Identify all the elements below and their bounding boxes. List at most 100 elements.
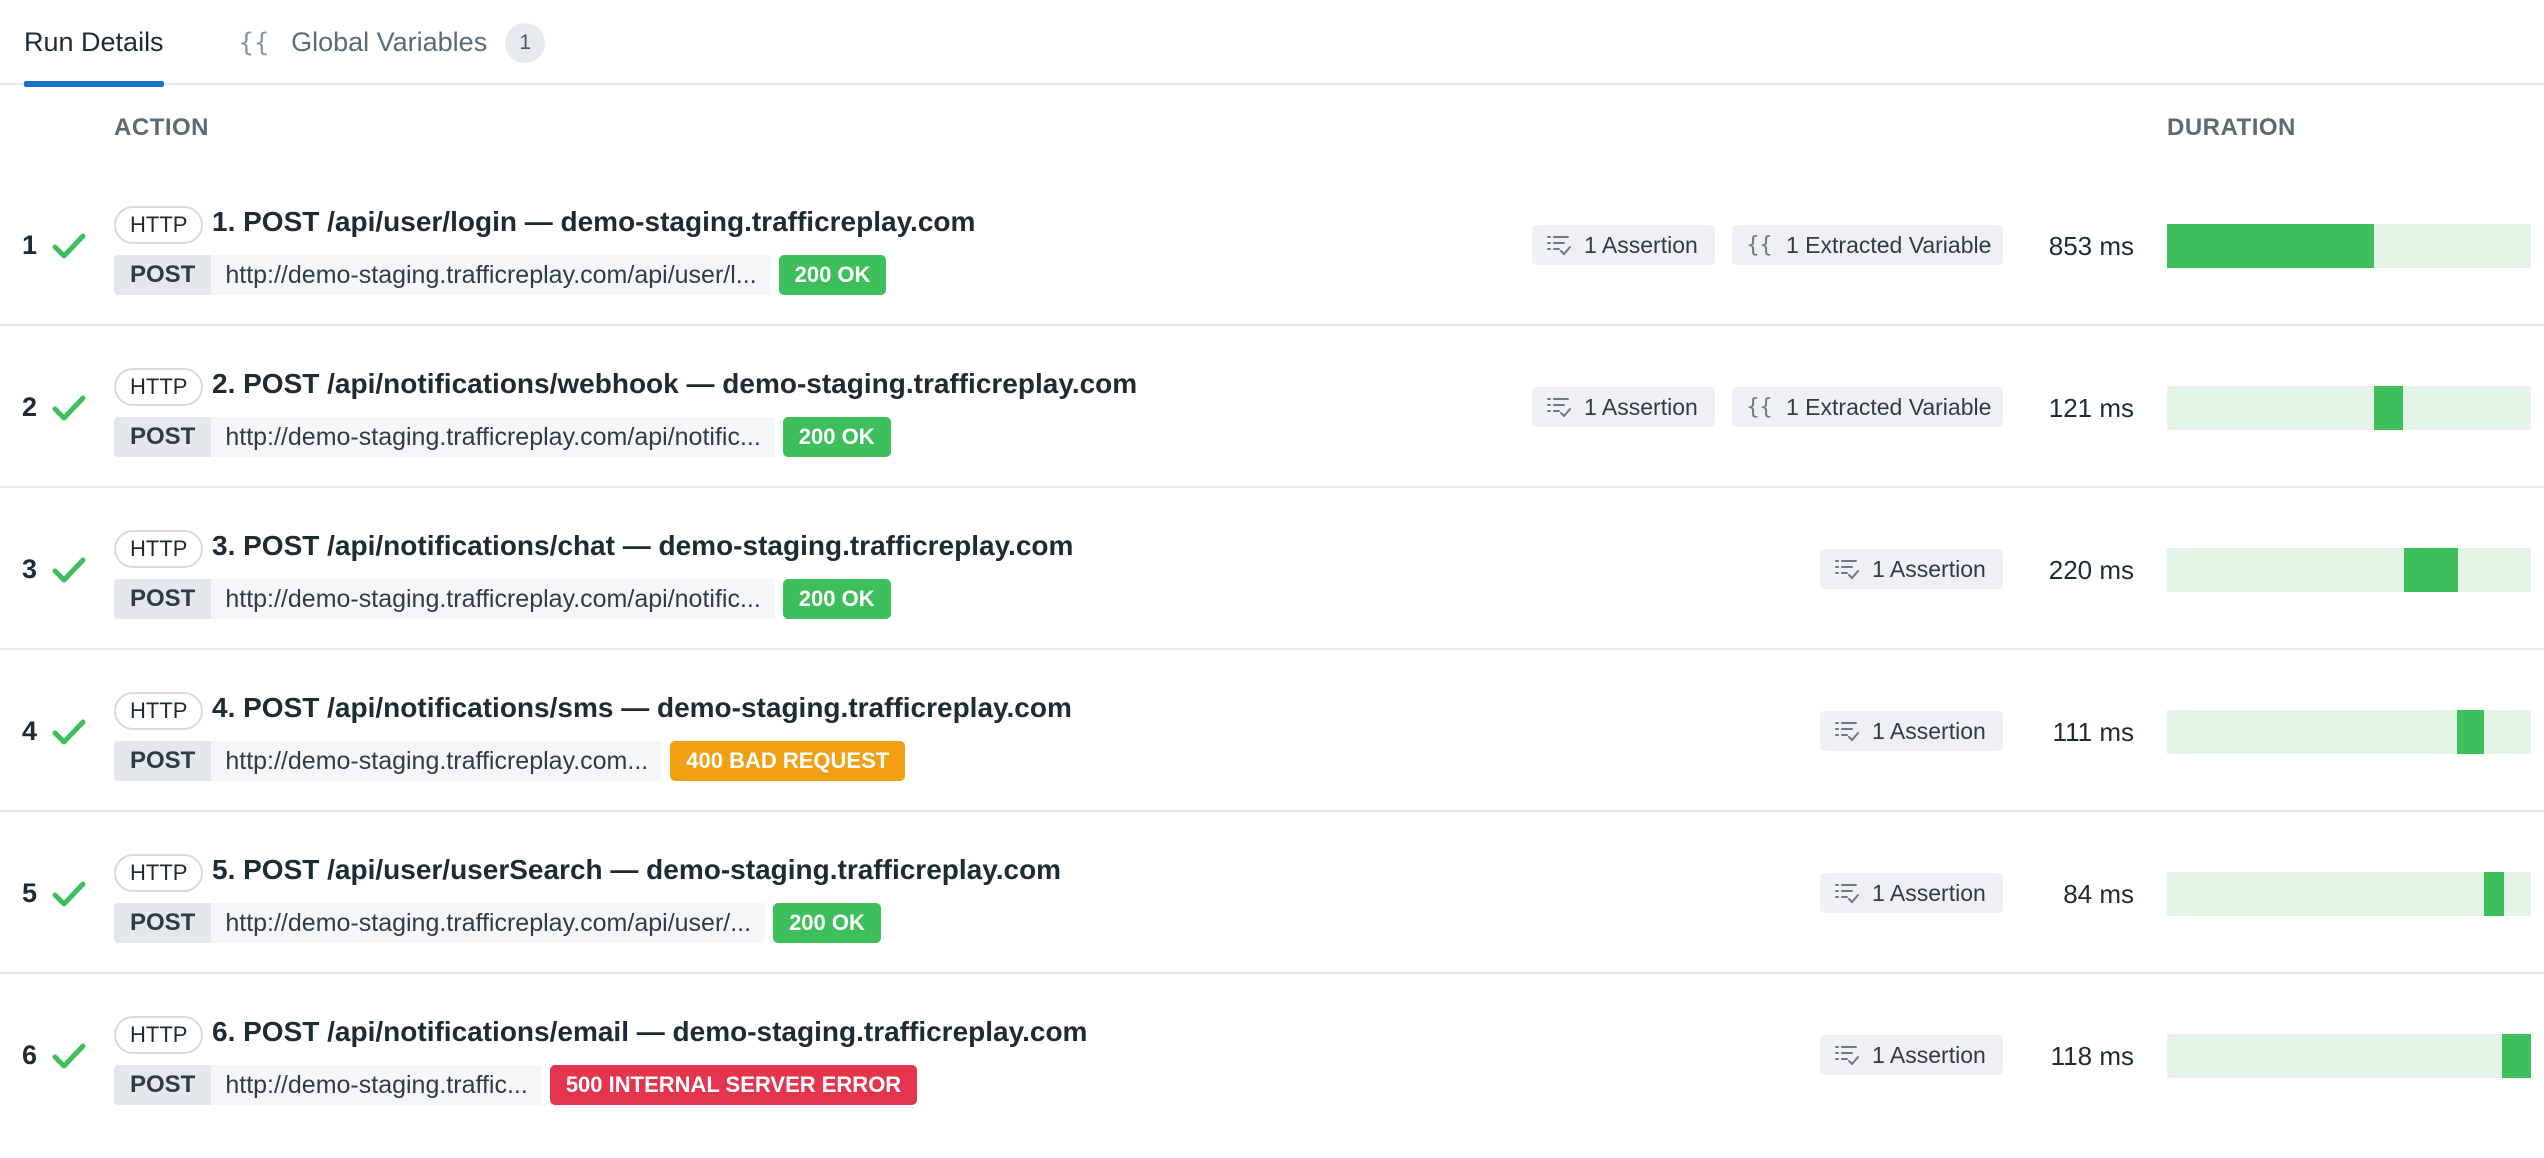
duration-bar <box>2502 1034 2531 1078</box>
extracted-variable-pill[interactable]: {{ 1 Extracted Variable <box>1732 387 2003 427</box>
duration-bar-track <box>2167 1034 2531 1078</box>
step-index: 3 <box>22 554 38 584</box>
assertion-count: 1 Assertion <box>1872 1041 1986 1068</box>
step-index: 2 <box>22 392 38 422</box>
http-type-tag: HTTP <box>114 1016 204 1054</box>
status-badge: 200 OK <box>782 417 891 457</box>
assertion-pill[interactable]: 1 Assertion <box>1532 225 1715 265</box>
step-row[interactable]: 2 HTTP 2. POST /api/notifications/webhoo… <box>0 326 2544 488</box>
duration-bar <box>2484 872 2504 916</box>
assertion-pill[interactable]: 1 Assertion <box>1820 1035 2003 1075</box>
step-duration: 220 ms <box>2048 555 2134 585</box>
tab-run-details-label: Run Details <box>24 27 164 57</box>
step-row[interactable]: 6 HTTP 6. POST /api/notifications/email … <box>0 974 2544 1136</box>
step-index: 6 <box>22 1040 38 1070</box>
assertion-count: 1 Assertion <box>1872 879 1986 906</box>
request-summary: POST http://demo-staging.trafficreplay.c… <box>114 417 891 457</box>
check-icon <box>52 719 86 745</box>
assertion-count: 1 Assertion <box>1872 717 1986 744</box>
duration-bar <box>2457 710 2484 754</box>
step-duration: 853 ms <box>2048 231 2134 261</box>
request-url: http://demo-staging.traffic... <box>211 1065 542 1105</box>
http-method-label: POST <box>114 903 212 943</box>
tab-global-variables[interactable]: {{ Global Variables 1 <box>238 0 546 85</box>
assertion-list-icon <box>1835 722 1859 742</box>
duration-bar <box>2374 386 2403 430</box>
tab-bar: Run Details {{ Global Variables 1 <box>0 0 2544 87</box>
request-summary: POST http://demo-staging.trafficreplay.c… <box>114 255 887 295</box>
assertion-count: 1 Assertion <box>1872 555 1986 582</box>
column-header-duration: DURATION <box>2167 114 2296 141</box>
assertion-list-icon <box>1835 1046 1859 1066</box>
check-icon <box>52 233 86 259</box>
check-icon <box>52 395 86 421</box>
assertion-list-icon <box>1835 560 1859 580</box>
global-variables-count-badge: 1 <box>505 22 546 63</box>
duration-bar-track <box>2167 872 2531 916</box>
steps-list: 1 HTTP 1. POST /api/user/login — demo-st… <box>0 164 2544 1136</box>
status-badge: 200 OK <box>778 255 887 295</box>
duration-bar-track <box>2167 386 2531 430</box>
step-row[interactable]: 3 HTTP 3. POST /api/notifications/chat —… <box>0 488 2544 650</box>
step-duration: 121 ms <box>2048 393 2134 423</box>
step-index: 4 <box>22 716 38 746</box>
request-url: http://demo-staging.trafficreplay.com/ap… <box>211 903 766 943</box>
braces-icon: {{ <box>1746 394 1773 420</box>
http-type-tag: HTTP <box>114 530 204 568</box>
step-row[interactable]: 1 HTTP 1. POST /api/user/login — demo-st… <box>0 164 2544 326</box>
request-url: http://demo-staging.trafficreplay.com... <box>211 741 663 781</box>
braces-icon: {{ <box>238 27 270 58</box>
status-badge: 200 OK <box>782 579 891 619</box>
assertion-list-icon <box>1547 398 1571 418</box>
assertion-pill[interactable]: 1 Assertion <box>1820 549 2003 589</box>
status-badge: 400 BAD REQUEST <box>670 741 906 781</box>
request-url: http://demo-staging.trafficreplay.com/ap… <box>211 579 775 619</box>
step-title: 5. POST /api/user/userSearch — demo-stag… <box>212 854 1062 885</box>
assertion-list-icon <box>1547 236 1571 256</box>
duration-bar-track <box>2167 548 2531 592</box>
assertion-list-icon <box>1835 884 1859 904</box>
http-type-tag: HTTP <box>114 368 204 406</box>
request-url: http://demo-staging.trafficreplay.com/ap… <box>211 255 771 295</box>
duration-bar <box>2167 224 2374 268</box>
assertion-pill[interactable]: 1 Assertion <box>1820 873 2003 913</box>
assertion-count: 1 Assertion <box>1584 231 1698 258</box>
check-icon <box>52 1043 86 1069</box>
request-summary: POST http://demo-staging.traffic... 500 … <box>114 1065 918 1105</box>
http-method-label: POST <box>114 579 212 619</box>
http-type-tag: HTTP <box>114 206 204 244</box>
http-type-tag: HTTP <box>114 854 204 892</box>
status-badge: 500 INTERNAL SERVER ERROR <box>549 1065 918 1105</box>
tab-run-details[interactable]: Run Details <box>24 0 164 87</box>
http-type-tag: HTTP <box>114 692 204 730</box>
request-summary: POST http://demo-staging.trafficreplay.c… <box>114 903 881 943</box>
step-title: 1. POST /api/user/login — demo-staging.t… <box>212 206 976 237</box>
status-badge: 200 OK <box>773 903 881 943</box>
step-row[interactable]: 5 HTTP 5. POST /api/user/userSearch — de… <box>0 812 2544 974</box>
step-title: 3. POST /api/notifications/chat — demo-s… <box>212 530 1074 561</box>
request-summary: POST http://demo-staging.trafficreplay.c… <box>114 741 906 781</box>
step-duration: 111 ms <box>2052 717 2134 747</box>
duration-bar-track <box>2167 224 2531 268</box>
step-title: 4. POST /api/notifications/sms — demo-st… <box>212 692 1072 723</box>
step-duration: 118 ms <box>2050 1041 2134 1071</box>
assertion-pill[interactable]: 1 Assertion <box>1820 711 2003 751</box>
column-header-action: ACTION <box>114 114 209 141</box>
extracted-variable-pill[interactable]: {{ 1 Extracted Variable <box>1732 225 2003 265</box>
assertion-count: 1 Assertion <box>1584 393 1698 420</box>
assertion-pill[interactable]: 1 Assertion <box>1532 387 1715 427</box>
extracted-variable-count: 1 Extracted Variable <box>1786 393 1992 420</box>
tab-global-variables-label: Global Variables <box>291 27 488 57</box>
step-index: 5 <box>22 878 38 908</box>
step-index: 1 <box>22 230 38 260</box>
check-icon <box>52 557 86 583</box>
duration-bar-track <box>2167 710 2531 754</box>
check-icon <box>52 881 86 907</box>
braces-icon: {{ <box>1746 232 1773 258</box>
http-method-label: POST <box>114 741 212 781</box>
request-summary: POST http://demo-staging.trafficreplay.c… <box>114 579 891 619</box>
request-url: http://demo-staging.trafficreplay.com/ap… <box>211 417 775 457</box>
http-method-label: POST <box>114 417 212 457</box>
duration-bar <box>2404 548 2458 592</box>
step-row[interactable]: 4 HTTP 4. POST /api/notifications/sms — … <box>0 650 2544 812</box>
